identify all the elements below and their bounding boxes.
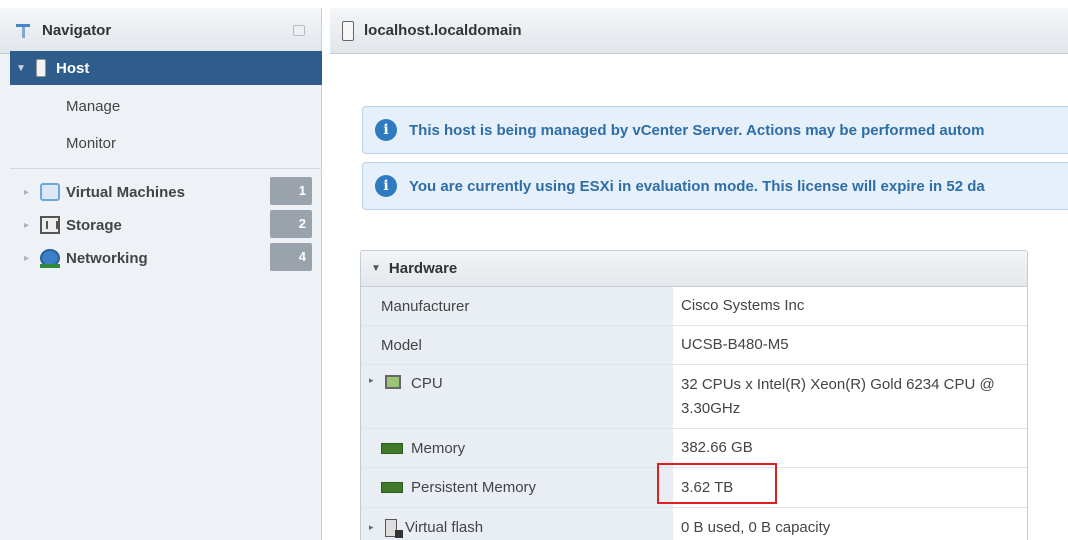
row-label: CPU: [411, 375, 443, 392]
navigator-panel: Navigator: [0, 8, 322, 540]
row-label: Manufacturer: [361, 287, 673, 325]
virtual-machines-icon: [40, 183, 60, 201]
hardware-row-model: Model UCSB-B480-M5: [361, 326, 1027, 365]
memory-icon: [381, 442, 403, 454]
navigator-header: Navigator: [0, 8, 321, 54]
networking-icon: [40, 249, 60, 268]
row-value: 0 B used, 0 B capacity: [673, 508, 1027, 540]
nav-item-label: Storage: [66, 216, 122, 234]
cpu-icon: [385, 375, 401, 389]
count-badge: 2: [270, 210, 312, 238]
navigator-tree-icon: [14, 21, 34, 41]
host-server-icon: [36, 59, 46, 77]
storage-icon: [40, 216, 60, 234]
expand-arrow-icon[interactable]: ▸: [24, 253, 40, 264]
info-icon: i: [375, 119, 397, 141]
collapse-caret-icon[interactable]: ▼: [10, 63, 32, 74]
nav-item-host-label: Host: [56, 59, 90, 77]
persistent-memory-icon: [381, 482, 403, 493]
hardware-header[interactable]: ▼ Hardware: [361, 251, 1027, 287]
nav-item-storage[interactable]: ▸ Storage 2: [24, 210, 316, 240]
main-header: localhost.localdomain: [330, 8, 1068, 54]
expand-arrow-icon[interactable]: ▸: [24, 187, 40, 198]
hardware-row-cpu[interactable]: ▸ CPU 32 CPUs x Intel(R) Xeon(R) Gold 62…: [361, 365, 1027, 429]
nav-item-networking[interactable]: ▸ Networking 4: [24, 243, 316, 273]
count-badge: 1: [270, 177, 312, 205]
collapse-triangle-icon[interactable]: ▼: [371, 263, 381, 274]
page-title: localhost.localdomain: [364, 22, 522, 39]
hardware-row-virtual-flash[interactable]: ▸ Virtual flash 0 B used, 0 B capacity: [361, 508, 1027, 540]
info-icon: i: [375, 175, 397, 197]
nav-item-label: Virtual Machines: [66, 183, 185, 201]
host-icon: [342, 20, 354, 41]
row-label-cell: Persistent Memory: [361, 468, 673, 507]
row-label: Memory: [411, 439, 466, 457]
row-label-cell: Memory: [361, 429, 673, 467]
count-badge: 4: [270, 243, 312, 271]
row-label-cell: ▸ Virtual flash: [361, 508, 673, 540]
row-value: Cisco Systems Inc: [673, 287, 1027, 325]
row-value: UCSB-B480-M5: [673, 326, 1027, 364]
highlight-box: [657, 463, 777, 504]
banner-text: This host is being managed by vCenter Se…: [409, 121, 985, 139]
row-label: Persistent Memory: [411, 479, 537, 496]
nav-item-label: Networking: [66, 249, 148, 267]
expand-arrow-icon[interactable]: ▸: [369, 375, 379, 386]
hardware-title: Hardware: [388, 260, 458, 277]
row-label: Virtual flash: [405, 519, 484, 536]
main-panel: localhost.localdomain i This host is bei…: [330, 8, 1068, 540]
nav-item-manage[interactable]: Manage: [66, 98, 120, 115]
expand-arrow-icon[interactable]: ▸: [369, 522, 379, 533]
nav-divider: [10, 168, 322, 169]
nav-item-host[interactable]: ▼ Host: [10, 51, 322, 85]
collapse-navigator-icon[interactable]: [293, 25, 305, 36]
navigator-title: Navigator: [42, 22, 112, 39]
expand-arrow-icon[interactable]: ▸: [24, 220, 40, 231]
nav-item-monitor[interactable]: Monitor: [66, 135, 116, 152]
row-value: 382.66 GB: [673, 429, 1027, 467]
row-value: 32 CPUs x Intel(R) Xeon(R) Gold 6234 CPU…: [673, 365, 1027, 428]
hardware-row-manufacturer: Manufacturer Cisco Systems Inc: [361, 287, 1027, 326]
banner-text: You are currently using ESXi in evaluati…: [409, 177, 985, 195]
virtual-flash-icon: [385, 518, 403, 538]
row-label: Model: [361, 326, 673, 364]
row-label-cell: ▸ CPU: [361, 365, 673, 428]
vcenter-managed-banner: i This host is being managed by vCenter …: [362, 106, 1068, 154]
evaluation-mode-banner: i You are currently using ESXi in evalua…: [362, 162, 1068, 210]
nav-item-virtual-machines[interactable]: ▸ Virtual Machines 1: [24, 177, 316, 207]
